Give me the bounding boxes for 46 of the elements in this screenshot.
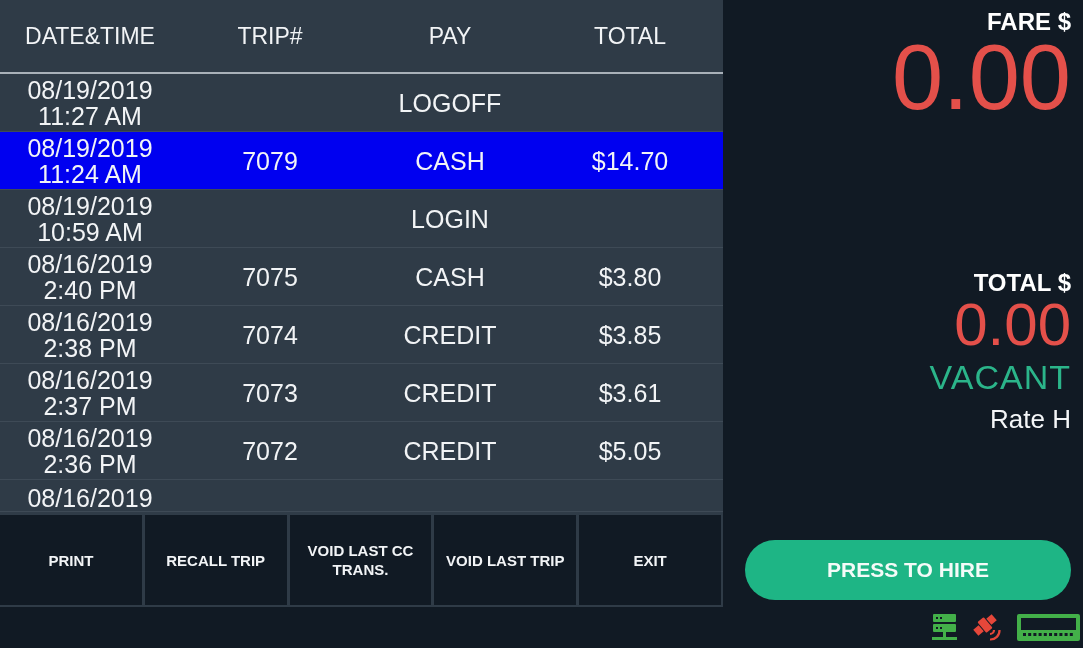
table-cell: $5.05 bbox=[598, 436, 662, 465]
date-text: 08/16/2019 bbox=[27, 250, 153, 277]
date-text: 08/16/2019 bbox=[27, 485, 153, 511]
table-cell: 7072 bbox=[242, 436, 298, 465]
time-text: 11:27 AM bbox=[38, 102, 142, 129]
toolbar-button[interactable]: PRINT bbox=[0, 515, 142, 605]
toolbar-button[interactable]: RECALL TRIP bbox=[144, 515, 287, 605]
date-text: 08/16/2019 bbox=[27, 308, 153, 335]
table-cell: $14.70 bbox=[591, 146, 669, 175]
table-cell: $3.80 bbox=[598, 262, 662, 291]
table-cell: CREDIT bbox=[403, 320, 497, 349]
toolbar-button[interactable]: VOID LAST TRIP bbox=[434, 515, 577, 605]
date-text: 08/19/2019 bbox=[27, 134, 153, 161]
total-label: TOTAL $ bbox=[973, 269, 1071, 297]
table-cell: CASH bbox=[415, 146, 485, 175]
table-cell: CREDIT bbox=[403, 378, 497, 407]
time-text: 2:40 PM bbox=[43, 276, 137, 303]
date-text: 08/16/2019 bbox=[27, 424, 153, 451]
rate-text: Rate H bbox=[990, 404, 1071, 434]
time-text: 2:37 PM bbox=[43, 392, 137, 419]
total-amount: 0.00 bbox=[954, 295, 1071, 355]
table-cell: $3.61 bbox=[598, 378, 662, 407]
date-text: 08/19/2019 bbox=[27, 192, 153, 219]
time-text: 11:24 AM bbox=[38, 160, 142, 187]
date-text: 08/16/2019 bbox=[27, 366, 153, 393]
table-cell: 7075 bbox=[242, 262, 298, 291]
time-text: 2:38 PM bbox=[43, 334, 137, 361]
table-cell: LOGIN bbox=[411, 204, 489, 233]
column-header: TOTAL bbox=[594, 22, 666, 50]
table-cell: 7079 bbox=[242, 146, 298, 175]
time-text: 2:36 PM bbox=[43, 450, 137, 477]
table-row[interactable]: 08/19/2019 11:24 AM 7079 CASH $14.70 bbox=[0, 132, 723, 190]
toolbar-button[interactable]: VOID LAST CC TRANS. bbox=[289, 515, 432, 605]
table-cell: CASH bbox=[415, 262, 485, 291]
toolbar-button[interactable]: EXIT bbox=[579, 515, 721, 605]
column-header: TRIP# bbox=[237, 22, 303, 50]
column-header: DATE&TIME bbox=[25, 22, 155, 50]
time-text: 10:59 AM bbox=[37, 218, 143, 245]
date-text: 08/19/2019 bbox=[27, 76, 153, 103]
column-header: PAY bbox=[428, 22, 472, 50]
table-cell: CREDIT bbox=[403, 436, 497, 465]
table-cell: $3.85 bbox=[598, 320, 662, 349]
status-text: VACANT bbox=[929, 360, 1071, 394]
table-cell: 7074 bbox=[242, 320, 298, 349]
table-cell: 7073 bbox=[242, 378, 298, 407]
table-cell: LOGOFF bbox=[398, 88, 502, 117]
